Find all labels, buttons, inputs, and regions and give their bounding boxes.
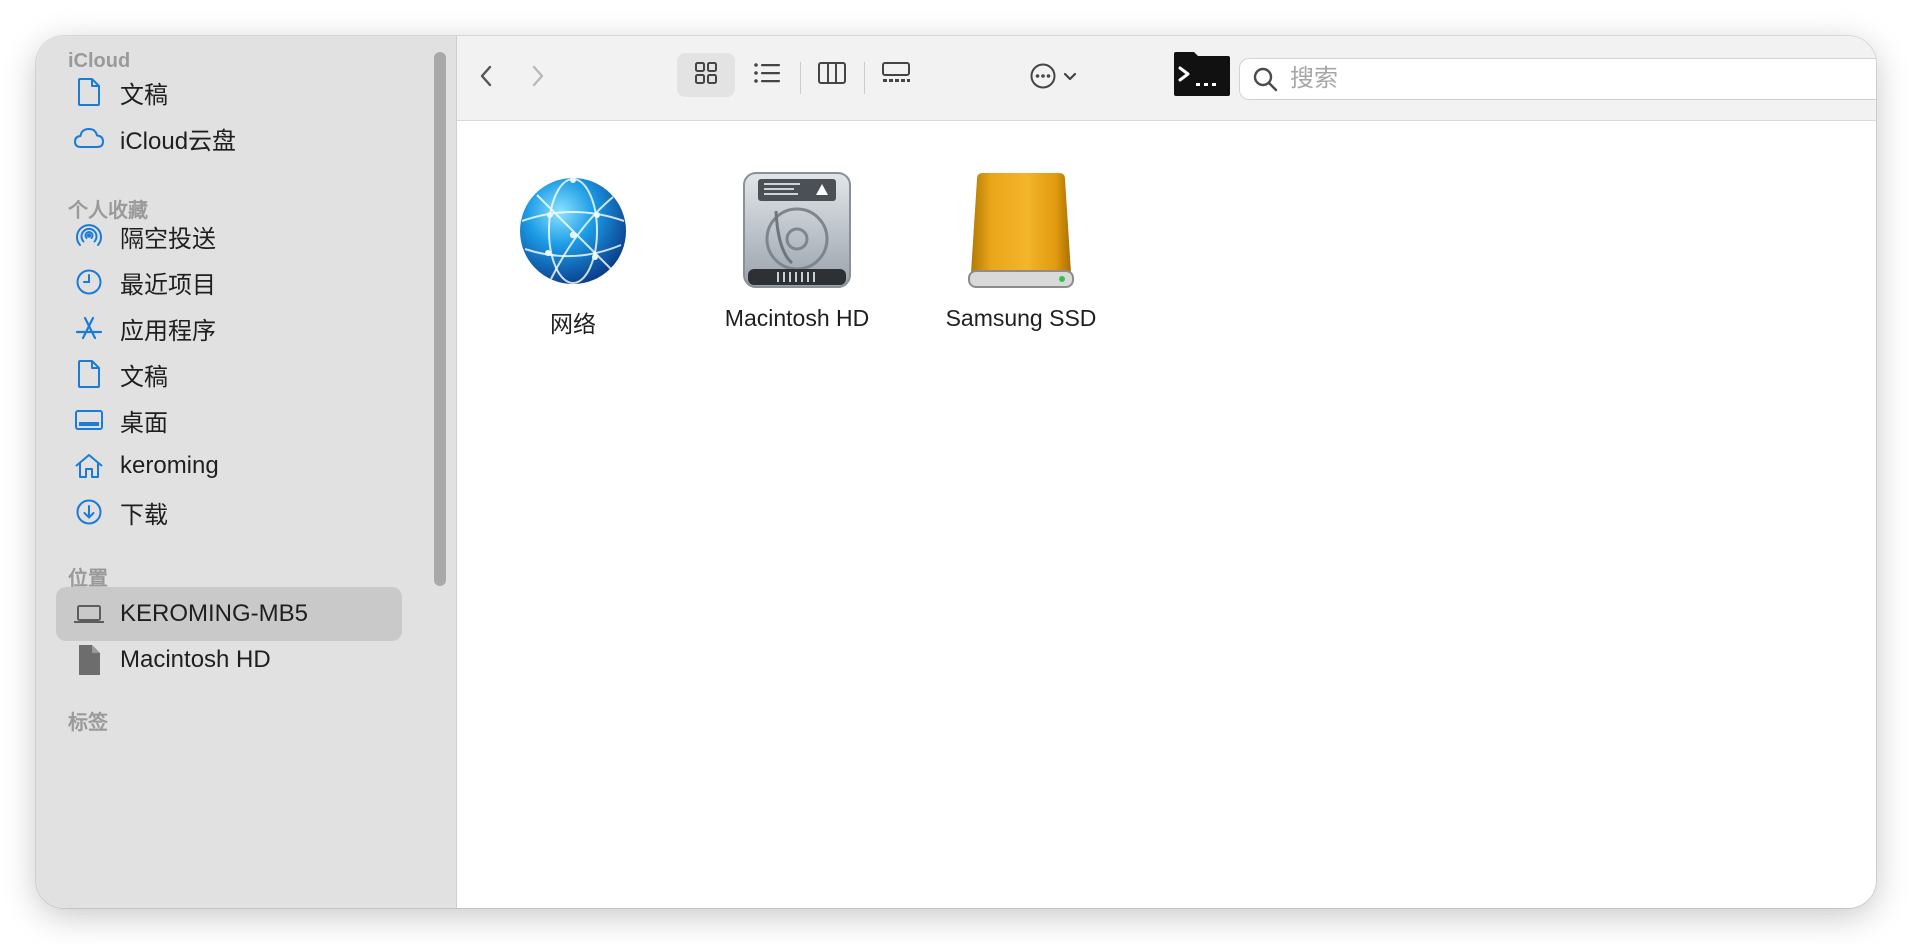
gallery-icon (881, 61, 911, 90)
laptop-icon (72, 597, 106, 631)
applications-icon (72, 311, 106, 345)
home-icon (72, 449, 106, 483)
sidebar-item-label: 文稿 (120, 363, 168, 391)
gallery-view-button[interactable] (867, 53, 925, 97)
cloud-icon (72, 121, 106, 155)
clock-icon (72, 265, 106, 299)
toolbar (457, 36, 1876, 121)
sidebar-item-icloud-drive[interactable]: iCloud云盘 (56, 111, 402, 165)
list-icon (753, 62, 781, 89)
section-header-tags: 标签 (68, 712, 108, 734)
file-item-samsung-ssd[interactable]: Samsung SSD (921, 171, 1121, 332)
network-globe-icon (508, 171, 638, 291)
terminal-button[interactable] (1171, 50, 1233, 102)
search-input[interactable] (1288, 64, 1852, 94)
sidebar-item-label: 桌面 (120, 409, 168, 437)
icon-view-button[interactable] (677, 53, 735, 97)
airdrop-icon (72, 219, 106, 253)
sidebar-scrollbar[interactable] (434, 52, 446, 586)
grid-icon (694, 61, 718, 90)
terminal-icon (1172, 50, 1232, 103)
more-actions-button[interactable] (1017, 56, 1089, 100)
download-icon (72, 495, 106, 529)
chevron-left-icon (479, 64, 493, 93)
sidebar-item-label: 下载 (120, 501, 168, 529)
chevron-down-icon (1063, 69, 1077, 87)
list-view-button[interactable] (739, 53, 795, 97)
sidebar-item-label: keroming (120, 452, 219, 479)
file-browser-content: 网络 Macintosh HD Samsung SSD (457, 121, 1876, 908)
sidebar: iCloud 文稿 iCloud云盘 个人收藏 隔空投送 最近项目 应用程序 文… (36, 36, 457, 908)
document-icon (72, 75, 106, 109)
desktop-icon (72, 403, 106, 437)
hard-drive-icon (732, 171, 862, 291)
file-item-macintosh-hd[interactable]: Macintosh HD (697, 171, 897, 332)
sidebar-item-label: KEROMING-MB5 (120, 600, 309, 627)
sidebar-item-label: 隔空投送 (120, 225, 216, 253)
forward-button[interactable] (519, 58, 557, 98)
file-item-label: Macintosh HD (724, 305, 870, 331)
search-icon (1252, 66, 1278, 92)
file-item-network[interactable]: 网络 (473, 171, 673, 339)
document-icon (72, 357, 106, 391)
column-view-button[interactable] (803, 53, 861, 97)
file-item-label: 网络 (550, 311, 596, 337)
sidebar-item-label: 最近项目 (120, 271, 216, 299)
sidebar-item-label: 文稿 (120, 81, 168, 109)
columns-icon (817, 61, 847, 90)
search-field[interactable] (1239, 58, 1876, 100)
sidebar-item-label: Macintosh HD (120, 646, 271, 673)
sidebar-item-label: iCloud云盘 (120, 127, 237, 155)
chevron-right-icon (531, 64, 545, 93)
ellipsis-circle-icon (1029, 62, 1057, 95)
back-button[interactable] (467, 58, 505, 98)
toolbar-divider (864, 62, 865, 94)
file-item-label: Samsung SSD (945, 305, 1097, 331)
sidebar-item-downloads[interactable]: 下载 (56, 485, 402, 539)
sidebar-item-label: 应用程序 (120, 317, 216, 345)
file-icon (72, 643, 106, 677)
finder-window: iCloud 文稿 iCloud云盘 个人收藏 隔空投送 最近项目 应用程序 文… (36, 36, 1876, 908)
sidebar-item-macintosh-hd[interactable]: Macintosh HD (56, 633, 402, 687)
toolbar-divider (800, 62, 801, 94)
external-ssd-icon (956, 171, 1086, 291)
